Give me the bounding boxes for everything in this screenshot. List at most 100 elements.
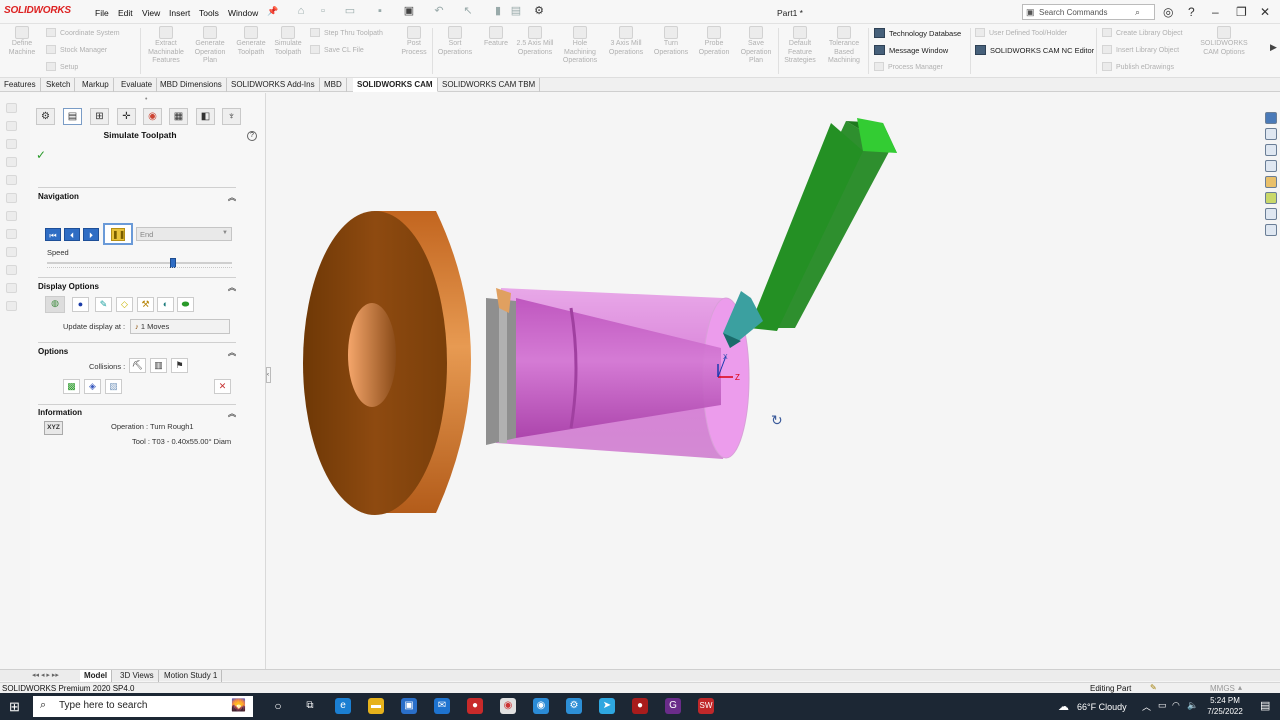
tab-mbd-dimensions[interactable]: MBD Dimensions <box>156 78 227 92</box>
notifications-icon[interactable]: ▤ <box>1260 699 1270 712</box>
more-icon[interactable] <box>6 301 17 311</box>
account-icon[interactable]: ◎ <box>1163 5 1173 19</box>
weather-text[interactable]: 66°F Cloudy <box>1077 702 1127 712</box>
collapse-chevron-icon[interactable]: ︽ <box>228 408 236 419</box>
insert-library-object-button[interactable]: Insert Library Object <box>1102 45 1179 54</box>
minimize-icon[interactable]: – <box>1212 5 1219 19</box>
nc-editor-button[interactable]: SOLIDWORKS CAM NC Editor <box>975 45 1094 55</box>
pin-icon[interactable]: 📌 <box>267 6 278 17</box>
options-section-header[interactable]: Options ︽ <box>38 347 236 358</box>
ok-checkmark-button[interactable]: ✓ <box>36 148 46 162</box>
restore-icon[interactable]: ❐ <box>1236 5 1247 19</box>
tool-icon[interactable] <box>6 157 17 167</box>
process-manager-button[interactable]: Process Manager <box>874 62 943 71</box>
collapse-chevron-icon[interactable]: ︽ <box>228 282 236 293</box>
information-section-header[interactable]: Information ︽ <box>38 408 236 419</box>
appearance-tab[interactable]: ◉ <box>143 108 162 125</box>
rebuild-icon[interactable]: ▮ <box>491 5 505 18</box>
tab-model[interactable]: Model <box>80 670 113 682</box>
tab-markup[interactable]: Markup <box>78 78 114 92</box>
app-g-icon[interactable]: G <box>665 698 681 714</box>
options-gear-icon[interactable]: ⚙ <box>532 5 546 18</box>
file-explorer-icon[interactable] <box>1265 160 1277 172</box>
custom-properties-icon[interactable] <box>1265 208 1277 220</box>
target-tab[interactable]: ✛ <box>117 108 136 125</box>
save-stl-button[interactable]: ▧ <box>105 379 122 394</box>
tab-solidworks-cam-tbm[interactable]: SOLIDWORKS CAM TBM <box>438 78 541 92</box>
home-tab-icon[interactable] <box>1265 128 1277 140</box>
collision-holder-button[interactable]: ⚑ <box>171 358 188 373</box>
tab-sketch[interactable]: Sketch <box>42 78 76 92</box>
search-commands-input[interactable]: ▣ Search Commands ⌕ <box>1022 4 1155 20</box>
collision-report-button[interactable]: ▥ <box>150 358 167 373</box>
display-toolpath-button[interactable]: ◇ <box>116 297 133 312</box>
menu-edit[interactable]: Edit <box>118 8 133 18</box>
windows-start-icon[interactable]: ⊞ <box>9 699 20 715</box>
control-panel-icon[interactable]: ⚙ <box>566 698 582 714</box>
design-library-icon[interactable] <box>1265 144 1277 156</box>
tab-3d-views[interactable]: 3D Views <box>116 670 159 682</box>
step-back-button[interactable]: ⏴ <box>64 228 80 241</box>
display-part-button[interactable]: ● <box>72 297 89 312</box>
hole-machining-button[interactable]: Hole Machining Operations <box>558 26 602 66</box>
create-library-object-button[interactable]: Create Library Object <box>1102 28 1183 37</box>
default-feature-strategies-button[interactable]: Default Feature Strategies <box>780 26 820 66</box>
solidworks-taskbar-icon[interactable]: SW <box>698 698 714 714</box>
battery-icon[interactable]: ▭ <box>1158 700 1167 711</box>
cam-operation-tree-tab[interactable]: ◧ <box>196 108 215 125</box>
define-machine-button[interactable]: Define Machine <box>4 26 40 57</box>
display-stock-button[interactable]: ◍ <box>45 296 65 313</box>
help-icon[interactable]: ? <box>1188 5 1195 19</box>
save-cl-file-button[interactable]: Save CL File <box>310 45 364 54</box>
media-icon[interactable]: ● <box>632 698 648 714</box>
user-defined-tool-button[interactable]: User Defined Tool/Holder <box>975 28 1067 37</box>
stock-icon[interactable] <box>6 193 17 203</box>
cam-feature-tree-tab[interactable]: ▦ <box>169 108 188 125</box>
select-icon[interactable]: ↖ <box>461 5 475 18</box>
telegram-icon[interactable]: ➤ <box>599 698 615 714</box>
stock-manager-button[interactable]: Stock Manager <box>46 45 107 54</box>
menu-tools[interactable]: Tools <box>199 8 219 18</box>
display-holder-button[interactable]: ⚒ <box>137 297 154 312</box>
taskbar-date[interactable]: 7/25/2022 <box>1203 707 1247 716</box>
collapse-chevron-icon[interactable]: ︽ <box>228 347 236 358</box>
file-properties-icon[interactable]: ▤ <box>509 5 523 18</box>
extract-machinable-features-button[interactable]: Extract Machinable Features <box>144 26 188 66</box>
edge-icon[interactable]: e <box>335 698 351 714</box>
tab-motion-study[interactable]: Motion Study 1 <box>160 670 223 682</box>
cortana-icon[interactable]: ○ <box>270 698 286 714</box>
tree-icon[interactable] <box>6 103 17 113</box>
menu-view[interactable]: View <box>142 8 160 18</box>
search-icon[interactable]: ⌕ <box>1135 7 1140 18</box>
fixture-icon[interactable] <box>6 283 17 293</box>
tab-evaluate[interactable]: Evaluate <box>117 78 158 92</box>
step-forward-button[interactable]: ⏵ <box>83 228 99 241</box>
save-operation-plan-button[interactable]: Save Operation Plan <box>737 26 775 66</box>
close-icon[interactable]: ✕ <box>1260 5 1270 19</box>
property-manager-tab[interactable]: ▤ <box>63 108 82 125</box>
display-fixture-button[interactable]: ◐ <box>157 297 174 312</box>
cam-options-button[interactable]: SOLIDWORKS CAM Options <box>1196 26 1252 57</box>
tab-features[interactable]: Features <box>0 78 41 92</box>
open-icon[interactable]: ▭ <box>343 5 357 18</box>
setup-icon[interactable] <box>6 175 17 185</box>
cam-tools-tab[interactable]: ♆ <box>222 108 241 125</box>
tab-scroll-arrows-icon[interactable]: ◂◂ ◂ ▸ ▸▸ <box>32 671 59 679</box>
wifi-icon[interactable]: ◠ <box>1172 700 1180 711</box>
navigation-target-select[interactable]: End ▼ <box>136 227 232 241</box>
tolerance-based-machining-button[interactable]: Tolerance Based Machining <box>823 26 865 66</box>
forum-icon[interactable] <box>1265 224 1277 236</box>
probe-icon[interactable] <box>6 265 17 275</box>
technology-database-button[interactable]: Technology Database <box>874 28 961 38</box>
operation-icon[interactable] <box>6 139 17 149</box>
generate-operation-plan-button[interactable]: Generate Operation Plan <box>190 26 230 66</box>
tab-mbd[interactable]: MBD <box>320 78 347 92</box>
task-view-icon[interactable]: ⧉ <box>302 698 318 714</box>
undo-icon[interactable]: ↶ <box>432 5 446 18</box>
coordinate-system-button[interactable]: Coordinate System <box>46 28 120 37</box>
menu-file[interactable]: File <box>95 8 109 18</box>
collapse-chevron-icon[interactable]: ︽ <box>228 192 236 203</box>
step-thru-toolpath-button[interactable]: Step Thru Toolpath <box>310 28 383 37</box>
generate-toolpath-button[interactable]: Generate Toolpath <box>232 26 270 57</box>
panel-collapse-dot[interactable]: • <box>145 96 147 103</box>
